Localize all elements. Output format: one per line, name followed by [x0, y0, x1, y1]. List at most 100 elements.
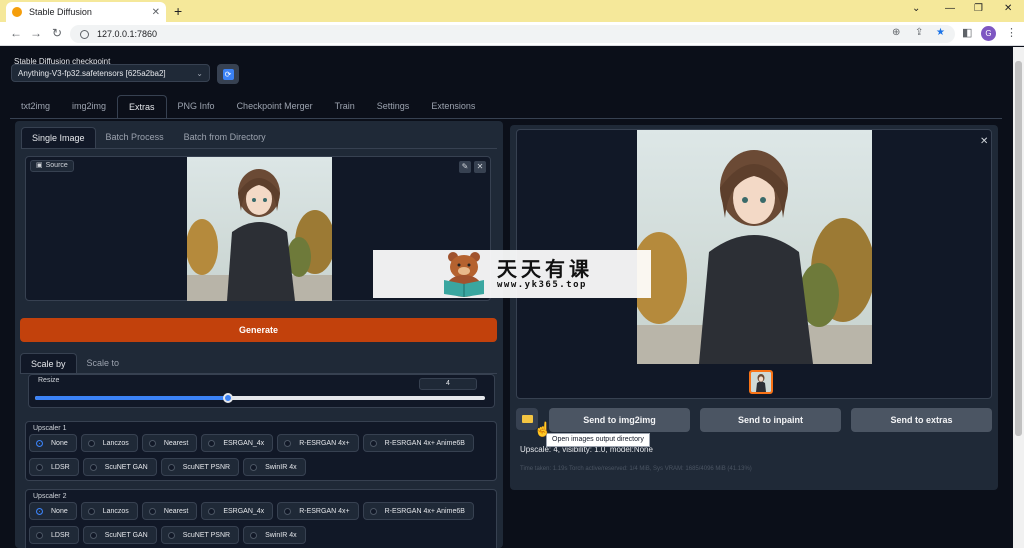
bookmark-star-icon[interactable]: ★	[936, 27, 945, 38]
radio-icon	[208, 439, 216, 447]
output-image[interactable]	[637, 130, 872, 364]
upscaler-2-option-r-esrgan-4x-plus[interactable]: R-ESRGAN 4x+	[277, 502, 359, 520]
tab-batch-process[interactable]: Batch Process	[96, 127, 174, 148]
upscaler-2-option-scunet-gan[interactable]: ScuNET GAN	[82, 526, 157, 544]
scrollbar-thumb[interactable]	[1015, 61, 1022, 436]
tab-scale-to[interactable]: Scale to	[77, 353, 130, 373]
option-label: LDSR	[51, 463, 70, 471]
upscaler-2-option-none[interactable]: None	[29, 502, 77, 520]
main-tab-bar: txt2img img2img Extras PNG Info Checkpoi…	[10, 95, 1002, 119]
favicon-icon	[12, 7, 22, 17]
maximize-icon[interactable]: ❐	[974, 3, 983, 14]
minimize-icon[interactable]: —	[945, 3, 955, 14]
tab-extras[interactable]: Extras	[117, 95, 167, 118]
upscaler-1-group: Upscaler 1 None Lanczos Nearest ESRGAN_4…	[25, 421, 497, 481]
radio-icon	[167, 463, 175, 471]
source-tag: ▣ Source	[30, 160, 74, 172]
radio-icon	[89, 531, 97, 539]
send-to-inpaint-button[interactable]: Send to inpaint	[700, 408, 841, 432]
tab-batch-from-directory[interactable]: Batch from Directory	[174, 127, 276, 148]
tab-txt2img[interactable]: txt2img	[10, 95, 61, 118]
resize-number-input[interactable]: 4	[419, 378, 477, 390]
menu-kebab-icon[interactable]: ⋮	[1006, 26, 1017, 39]
resize-slider[interactable]	[35, 393, 485, 403]
new-tab-icon[interactable]: +	[174, 3, 182, 19]
option-label: R-ESRGAN 4x+	[299, 439, 350, 447]
tab-search-icon[interactable]: ⌄	[912, 3, 920, 14]
browser-tab[interactable]: Stable Diffusion ✕	[6, 2, 166, 22]
upscaler-2-option-r-esrgan-anime6b[interactable]: R-ESRGAN 4x+ Anime6B	[362, 502, 474, 520]
resize-label: Resize	[38, 377, 60, 384]
radio-icon	[36, 463, 43, 471]
site-info-icon[interactable]	[80, 29, 89, 39]
option-label: R-ESRGAN 4x+ Anime6B	[384, 439, 465, 447]
resize-slider-thumb[interactable]	[222, 393, 233, 403]
share-icon[interactable]: ⇪	[915, 27, 923, 38]
tab-train[interactable]: Train	[324, 95, 366, 118]
upscaler-1-option-ldsr[interactable]: LDSR	[29, 458, 79, 476]
close-window-icon[interactable]: ✕	[1004, 3, 1012, 14]
upscaler-1-option-r-esrgan-4x-plus[interactable]: R-ESRGAN 4x+	[277, 434, 359, 452]
tab-single-image[interactable]: Single Image	[21, 127, 96, 148]
refresh-checkpoint-button[interactable]: ⟳	[217, 64, 239, 84]
checkpoint-dropdown[interactable]: Anything-V3-fp32.safetensors [625a2ba2] …	[11, 64, 210, 82]
option-label: R-ESRGAN 4x+ Anime6B	[384, 507, 465, 515]
option-label: Nearest	[163, 507, 189, 515]
upscaler-1-option-none[interactable]: None	[29, 434, 77, 452]
upscaler-1-option-nearest[interactable]: Nearest	[141, 434, 198, 452]
tab-extensions[interactable]: Extensions	[420, 95, 486, 118]
edit-icon[interactable]: ✎	[459, 161, 471, 173]
upscaler-2-option-swinir-4x[interactable]: SwinIR 4x	[243, 526, 306, 544]
tab-settings[interactable]: Settings	[366, 95, 421, 118]
send-to-img2img-button[interactable]: Send to img2img	[549, 408, 690, 432]
checkpoint-value: Anything-V3-fp32.safetensors [625a2ba2]	[18, 68, 166, 78]
option-label: R-ESRGAN 4x+	[299, 507, 350, 515]
clear-image-icon[interactable]: ✕	[474, 161, 486, 173]
upscaler-2-option-esrgan-4x[interactable]: ESRGAN_4x	[201, 502, 274, 520]
upscaler-2-option-lanczos[interactable]: Lanczos	[80, 502, 138, 520]
upscaler-2-title: Upscaler 2	[33, 493, 67, 500]
upscaler-2-options: None Lanczos Nearest ESRGAN_4x R-ESRGAN …	[29, 502, 495, 544]
upscaler-1-options: None Lanczos Nearest ESRGAN_4x R-ESRGAN …	[29, 434, 495, 476]
close-tab-icon[interactable]: ✕	[152, 7, 160, 18]
side-panel-icon[interactable]: ◧	[962, 26, 972, 39]
back-icon[interactable]: ←	[10, 26, 22, 40]
tab-img2img[interactable]: img2img	[61, 95, 117, 118]
upscaler-2-option-nearest[interactable]: Nearest	[141, 502, 198, 520]
radio-icon	[167, 531, 175, 539]
output-thumbnail[interactable]	[749, 370, 773, 394]
reload-icon[interactable]: ↻	[52, 26, 62, 40]
send-to-extras-button[interactable]: Send to extras	[851, 408, 992, 432]
folder-icon	[521, 415, 533, 423]
omnibox[interactable]: 127.0.0.1:7860 ⊕ ⇪ ★	[70, 25, 955, 43]
forward-icon[interactable]: →	[30, 26, 42, 40]
upscaler-1-option-scunet-psnr[interactable]: ScuNET PSNR	[160, 458, 240, 476]
tab-png-info[interactable]: PNG Info	[167, 95, 226, 118]
radio-icon	[89, 463, 97, 471]
upscaler-1-option-scunet-gan[interactable]: ScuNET GAN	[82, 458, 157, 476]
upscaler-1-option-swinir-4x[interactable]: SwinIR 4x	[243, 458, 306, 476]
profile-avatar[interactable]: G	[981, 26, 996, 41]
generate-button[interactable]: Generate	[20, 318, 497, 342]
upscaler-1-option-esrgan-4x[interactable]: ESRGAN_4x	[201, 434, 274, 452]
upscaler-2-option-scunet-psnr[interactable]: ScuNET PSNR	[160, 526, 240, 544]
radio-icon	[250, 531, 258, 539]
upscaler-1-option-r-esrgan-anime6b[interactable]: R-ESRGAN 4x+ Anime6B	[362, 434, 474, 452]
upscaler-1-option-lanczos[interactable]: Lanczos	[80, 434, 138, 452]
hand-cursor-icon: ☝	[534, 421, 552, 437]
radio-icon	[36, 507, 43, 515]
option-label: SwinIR 4x	[265, 463, 297, 471]
zoom-icon[interactable]: ⊕	[892, 27, 900, 38]
resize-control: Resize 4	[28, 374, 495, 408]
image-icon: ▣	[36, 162, 43, 169]
page-scrollbar[interactable]	[1013, 47, 1024, 548]
url-text: 127.0.0.1:7860	[97, 29, 158, 39]
option-label: SwinIR 4x	[265, 531, 297, 539]
browser-tab-strip: Stable Diffusion ✕ + ⌄ — ❐ ✕	[0, 0, 1024, 22]
upscaler-2-option-ldsr[interactable]: LDSR	[29, 526, 79, 544]
close-gallery-icon[interactable]: ✕	[980, 136, 988, 147]
tab-checkpoint-merger[interactable]: Checkpoint Merger	[226, 95, 324, 118]
address-bar-row: ← → ↻ 127.0.0.1:7860 ⊕ ⇪ ★ ◧ G ⋮	[0, 22, 1024, 46]
extras-output-panel: ✕ Send to img2img Send to inpaint Send t…	[510, 125, 998, 490]
tab-scale-by[interactable]: Scale by	[20, 353, 77, 373]
